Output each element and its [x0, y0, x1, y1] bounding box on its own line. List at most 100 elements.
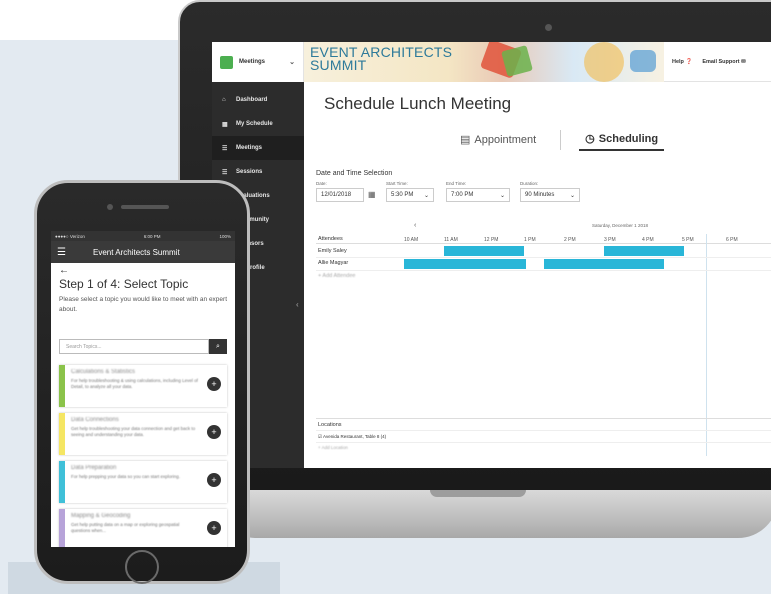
topic-card[interactable]: Data Connections Get help troubleshootin…	[59, 413, 227, 455]
add-topic-icon[interactable]: +	[207, 521, 221, 535]
add-topic-icon[interactable]: +	[207, 377, 221, 391]
battery-text: 100%	[219, 233, 231, 239]
topic-search-input[interactable]: Search Topics...	[59, 339, 209, 354]
scheduler-grid: ‹ Saturday, December 1 2018 Attendees 10…	[316, 222, 771, 456]
sidebar-item-my-schedule[interactable]: ▦ My Schedule	[212, 112, 304, 136]
hour-label: 10 AM	[404, 237, 419, 243]
back-arrow-icon[interactable]: ←	[59, 265, 69, 276]
search-icon[interactable]: ⌕	[209, 339, 227, 354]
step-description: Please select a topic you would like to …	[59, 296, 228, 313]
start-time-label: Start Time:	[386, 181, 408, 186]
row-divider	[316, 430, 771, 431]
row-divider	[316, 257, 771, 258]
row-divider	[316, 418, 771, 419]
sidebar-item-dashboard[interactable]: ⌂ Dashboard	[212, 88, 304, 112]
add-location-link[interactable]: + Add Location	[318, 445, 348, 450]
add-attendee-link[interactable]: + Add Attendee	[318, 273, 355, 279]
top-links: Help ❓ Email Support ✉	[672, 42, 746, 82]
chevron-down-icon: ⌄	[569, 192, 575, 199]
time-marker-line	[706, 234, 707, 456]
duration-select[interactable]: 90 Minutes ⌄	[520, 188, 580, 202]
hour-label: 1 PM	[524, 237, 536, 243]
banner-shape	[584, 42, 624, 82]
start-time-select[interactable]: 5:30 PM ⌄	[386, 188, 434, 202]
app-title: Event Architects Summit	[93, 247, 180, 257]
sidebar-item-label: Sessions	[236, 169, 263, 175]
topic-title: Data Preparation	[71, 465, 117, 471]
prev-day-icon[interactable]: ‹	[414, 222, 416, 229]
sidebar-item-label: Meetings	[236, 145, 263, 151]
carrier-text: ●●●●○ Verizon	[55, 233, 85, 239]
top-bar: Meetings ⌄ EVENT ARCHITECTS SUMMIT Help …	[212, 42, 771, 82]
attendee-name: Emily Saley	[318, 248, 347, 254]
calendar-picker-icon[interactable]: ▦	[368, 190, 376, 199]
sidebar-item-sessions[interactable]: ☰ Sessions	[212, 160, 304, 184]
hour-label: 2 PM	[564, 237, 576, 243]
busy-block	[444, 246, 524, 256]
step-title: Step 1 of 4: Select Topic	[59, 277, 189, 291]
hour-label: 12 PM	[484, 237, 499, 243]
sessions-icon: ☰	[222, 169, 228, 176]
camera-icon	[545, 24, 552, 31]
date-label: Date:	[316, 181, 327, 186]
appointment-icon: ▤	[460, 134, 471, 146]
topic-card[interactable]: Calculations & Statistics For help troub…	[59, 365, 227, 407]
tabs: ▤ Appointment ◷ Scheduling	[454, 130, 665, 151]
topic-card[interactable]: Data Preparation For help prepping your …	[59, 461, 227, 503]
topic-title: Data Connections	[71, 417, 119, 423]
banner-shape	[630, 50, 656, 72]
phone-screen: ●●●●○ Verizon 6:00 PM 100% ☰ Event Archi…	[51, 231, 235, 547]
locations-header: Locations	[318, 422, 342, 428]
status-bar: ●●●●○ Verizon 6:00 PM 100%	[51, 231, 235, 241]
hour-label: 6 PM	[726, 237, 738, 243]
location-item[interactable]: ☑ Avenida Restaurant, Table 8 (4)	[318, 434, 386, 440]
chevron-down-icon: ⌄	[499, 192, 505, 199]
scheduler-date-heading: ‹ Saturday, December 1 2018	[414, 222, 648, 229]
laptop-notch	[430, 490, 526, 497]
collapse-sidebar-icon[interactable]: ‹	[296, 300, 299, 309]
tab-scheduling[interactable]: ◷ Scheduling	[579, 130, 665, 151]
status-time: 6:00 PM	[143, 233, 161, 239]
email-support-link[interactable]: Email Support ✉	[702, 59, 745, 65]
home-button[interactable]	[125, 550, 159, 584]
date-time-section-title: Date and Time Selection	[316, 170, 393, 177]
date-field[interactable]: 12/01/2018	[316, 188, 364, 202]
busy-block	[544, 259, 664, 269]
end-time-label: End Time:	[446, 181, 467, 186]
attendees-header: Attendees	[318, 236, 343, 242]
menu-select-label: Meetings	[239, 59, 266, 65]
hour-label: 3 PM	[604, 237, 616, 243]
topic-title: Calculations & Statistics	[71, 369, 136, 375]
row-divider	[316, 270, 771, 271]
topic-card[interactable]: Mapping & Geocoding Get help putting dat…	[59, 509, 227, 547]
menu-select[interactable]: Meetings ⌄	[212, 42, 304, 82]
laptop-base	[216, 490, 771, 538]
home-icon: ⌂	[222, 97, 226, 103]
chevron-down-icon: ⌄	[289, 59, 295, 66]
app-logo-icon	[220, 55, 233, 69]
marketing-composite: Meetings ⌄ EVENT ARCHITECTS SUMMIT Help …	[0, 0, 771, 594]
add-topic-icon[interactable]: +	[207, 425, 221, 439]
banner-shape	[501, 45, 533, 77]
end-time-select[interactable]: 7:00 PM ⌄	[446, 188, 510, 202]
chevron-down-icon: ⌄	[423, 192, 429, 199]
hour-label: 4 PM	[642, 237, 654, 243]
phone-speaker	[121, 205, 169, 209]
sidebar-item-meetings[interactable]: ☰ Meetings	[212, 136, 304, 160]
sidebar-item-label: Dashboard	[236, 97, 268, 103]
laptop-screen: Meetings ⌄ EVENT ARCHITECTS SUMMIT Help …	[212, 42, 771, 468]
tab-appointment[interactable]: ▤ Appointment	[454, 130, 542, 151]
clock-icon: ◷	[585, 133, 595, 145]
busy-block	[404, 259, 526, 269]
phone-device: ●●●●○ Verizon 6:00 PM 100% ☰ Event Archi…	[34, 180, 250, 584]
menu-icon[interactable]: ☰	[57, 247, 79, 258]
add-topic-icon[interactable]: +	[207, 473, 221, 487]
attendee-name: Allie Magyar	[318, 260, 349, 266]
topic-description: Get help putting data on a map or explor…	[71, 522, 180, 533]
phone-camera-icon	[107, 204, 113, 210]
help-link[interactable]: Help ❓	[672, 59, 692, 65]
meetings-icon: ☰	[222, 145, 228, 152]
event-banner: EVENT ARCHITECTS SUMMIT	[304, 42, 664, 82]
topic-description: For help prepping your data so you can s…	[71, 474, 181, 479]
page-title: Schedule Lunch Meeting	[324, 94, 512, 113]
